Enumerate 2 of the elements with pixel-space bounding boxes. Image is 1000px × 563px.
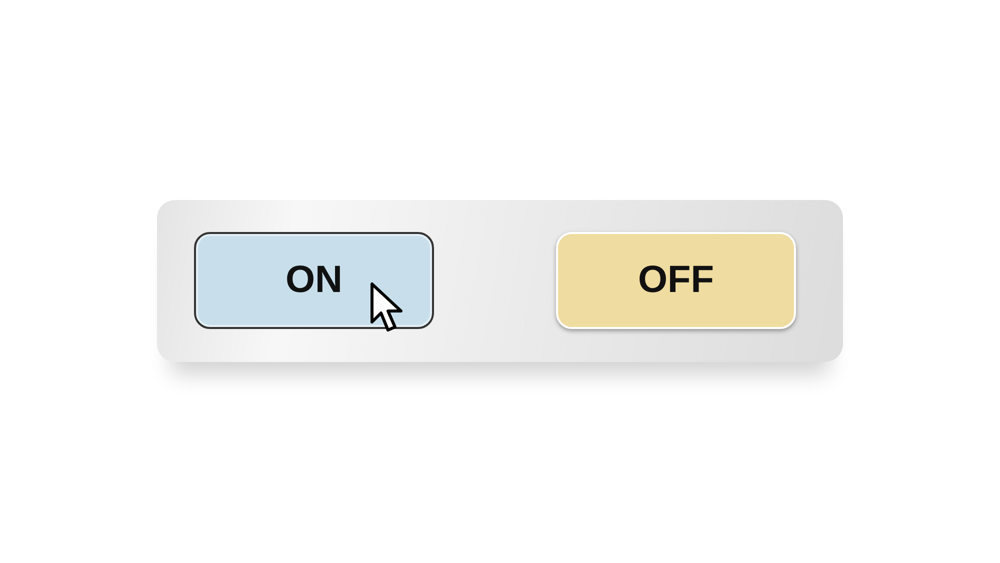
toggle-button[interactable]: ON <box>194 232 434 329</box>
toggle-button[interactable]: OFF <box>556 232 796 329</box>
